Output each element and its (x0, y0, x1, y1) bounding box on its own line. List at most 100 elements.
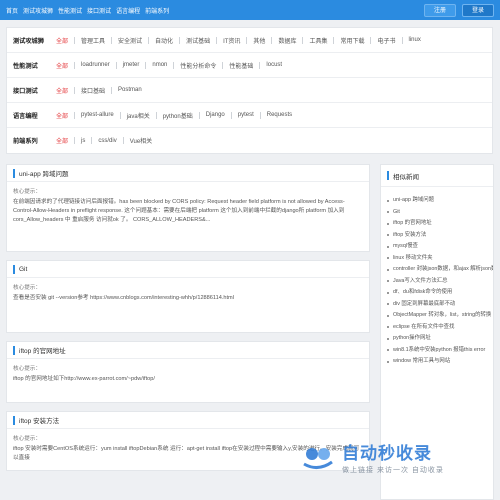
filter-option[interactable]: pytest-allure (81, 112, 114, 118)
filter-option[interactable]: Postman (118, 87, 142, 93)
nav-link-home[interactable]: 首页 (6, 6, 18, 15)
post-title[interactable]: uni-app 跨域问题 (7, 165, 369, 182)
related-news-link[interactable]: eclipse 在所有文件中查找 (393, 322, 454, 334)
related-news-link[interactable]: df、du和fdisk命令的使用 (393, 287, 452, 299)
filter-option[interactable]: js (81, 138, 85, 144)
related-news-item[interactable]: Git (387, 207, 493, 219)
nav-link-perf[interactable]: 性能测试 (58, 6, 82, 15)
nav-link-api[interactable]: 接口测试 (87, 6, 111, 15)
related-news-link[interactable]: Java写入文件方法汇总 (393, 276, 448, 288)
post-title-text[interactable]: uni-app 跨域问题 (19, 168, 69, 178)
filter-option[interactable]: 性能分析命令 (180, 61, 216, 70)
related-news-link[interactable]: Git (393, 207, 400, 219)
filter-option[interactable]: nmon (152, 62, 167, 68)
filter-option[interactable]: 电子书 (377, 36, 395, 45)
title-accent-bar (387, 171, 389, 180)
post-title-text[interactable]: iftop 安装方法 (19, 415, 59, 425)
post-title[interactable]: iftop 的官网地址 (7, 342, 369, 359)
post-hint-label: 核心提示： (13, 366, 41, 372)
filter-option[interactable]: python基础 (163, 111, 193, 120)
filter-option[interactable]: 管理工具 (81, 36, 105, 45)
filter-separator (401, 36, 403, 44)
filter-option[interactable]: 工具集 (309, 36, 327, 45)
filter-option[interactable]: 接口基础 (81, 86, 105, 95)
nav-link-lang[interactable]: 语言编程 (116, 6, 140, 15)
related-news-item[interactable]: iftop 的官网地址 (387, 218, 493, 230)
category-filter-panel: 测试攻城狮 全部 管理工具 安全测试 自动化 测试基础 IT资讯 其他 数据库 工具集 常用下载 电… (6, 27, 493, 154)
filter-separator (271, 36, 273, 44)
filter-option[interactable]: 测试基础 (186, 36, 210, 45)
filter-option[interactable]: Django (206, 112, 225, 118)
filter-option[interactable]: java相关 (127, 111, 150, 120)
filter-option[interactable]: 自动化 (155, 36, 173, 45)
sidebar-title-text: 相似新闻 (393, 173, 419, 181)
filter-option[interactable]: linux (409, 37, 421, 43)
filter-option[interactable]: 常用下载 (340, 36, 364, 45)
related-news-item[interactable]: iftop 安装方法 (387, 230, 493, 242)
related-news-item[interactable]: linux 移动文件夹 (387, 253, 493, 265)
related-news-item[interactable]: win8.1系统中安装python 报错this error (387, 345, 493, 357)
filter-row-label: 测试攻城狮 (13, 37, 44, 45)
filter-option-all[interactable]: 全部 (56, 136, 68, 145)
filter-options: 全部 loadrunner jmeter nmon 性能分析命令 性能基础 locust (56, 61, 282, 70)
post-title[interactable]: Git (7, 261, 369, 278)
related-news-link[interactable]: win8.1系统中安装python 报错this error (393, 345, 485, 357)
related-news-link[interactable]: window 常用工具与网站 (393, 356, 450, 368)
related-news-link[interactable]: iftop 安装方法 (393, 230, 426, 242)
filter-option[interactable]: jmeter (123, 62, 140, 68)
filter-option[interactable]: locust (266, 62, 282, 68)
related-news-item[interactable]: controller 封装json数据，和ajax 解析json数 (387, 264, 493, 276)
related-news-item[interactable]: Java写入文件方法汇总 (387, 276, 493, 288)
filter-separator (173, 61, 175, 69)
register-button[interactable]: 登录 (461, 3, 494, 17)
related-news-item[interactable]: window 常用工具与网站 (387, 356, 493, 368)
filter-separator (122, 137, 124, 144)
related-news-link[interactable]: div 固定到屏幕最底部不动 (393, 299, 455, 311)
related-news-link[interactable]: linux 移动文件夹 (393, 253, 433, 265)
post-card: Git 核心提示： 查看是否安装 git --version参考 https:/… (6, 260, 370, 333)
nav-link-frontend[interactable]: 前端系列 (145, 6, 169, 15)
related-news-link[interactable]: iftop 的官网地址 (393, 218, 432, 230)
related-news-item[interactable]: div 固定到屏幕最底部不动 (387, 299, 493, 311)
related-news-link[interactable]: ObjectMapper 转对象，list，string的转换 (393, 310, 491, 322)
post-title[interactable]: iftop 安装方法 (7, 412, 369, 429)
filter-option-all[interactable]: 全部 (56, 86, 68, 95)
filter-option[interactable]: 安全测试 (118, 36, 142, 45)
filter-separator (74, 111, 76, 119)
filter-separator (91, 137, 93, 144)
filter-option[interactable]: 其他 (253, 36, 265, 45)
filter-separator (119, 111, 121, 119)
filter-option[interactable]: 数据库 (278, 36, 296, 45)
nav-link-test[interactable]: 测试攻城狮 (23, 6, 53, 15)
filter-option[interactable]: css/div (98, 138, 116, 144)
related-news-item[interactable]: mysql慢查 (387, 241, 493, 253)
filter-option-all[interactable]: 全部 (56, 36, 68, 45)
related-news-link[interactable]: uni-app 跨域问题 (393, 195, 434, 207)
filter-row: 性能测试 全部 loadrunner jmeter nmon 性能分析命令 性能基础 loc… (7, 53, 492, 78)
related-news-item[interactable]: df、du和fdisk命令的使用 (387, 287, 493, 299)
filter-option[interactable]: IT资讯 (223, 36, 240, 45)
related-news-item[interactable]: eclipse 在所有文件中查找 (387, 322, 493, 334)
related-news-item[interactable]: python操作网址 (387, 333, 493, 345)
related-news-item[interactable]: ObjectMapper 转对象，list，string的转换 (387, 310, 493, 322)
filter-separator (179, 36, 181, 44)
filter-option[interactable]: Requests (267, 112, 292, 118)
related-news-item[interactable]: uni-app 跨域问题 (387, 195, 493, 207)
filter-option[interactable]: Vue相关 (130, 136, 152, 145)
filter-separator (115, 61, 117, 69)
filter-option[interactable]: 性能基础 (229, 61, 253, 70)
post-title-text[interactable]: Git (19, 266, 27, 273)
login-button[interactable]: 注册 (423, 3, 456, 17)
post-title-text[interactable]: iftop 的官网地址 (19, 345, 66, 355)
filter-option-all[interactable]: 全部 (56, 111, 68, 120)
related-news-link[interactable]: controller 封装json数据，和ajax 解析json数 (393, 264, 493, 276)
related-news-link[interactable]: mysql慢查 (393, 241, 418, 253)
bullet-icon (387, 245, 389, 248)
post-hint-label: 核心提示： (13, 285, 41, 291)
filter-row-label: 性能测试 (13, 62, 38, 70)
title-accent-bar (13, 264, 15, 274)
filter-option[interactable]: pytest (238, 112, 254, 118)
filter-option[interactable]: loadrunner (81, 62, 110, 68)
filter-option-all[interactable]: 全部 (56, 61, 68, 70)
related-news-link[interactable]: python操作网址 (393, 333, 431, 345)
